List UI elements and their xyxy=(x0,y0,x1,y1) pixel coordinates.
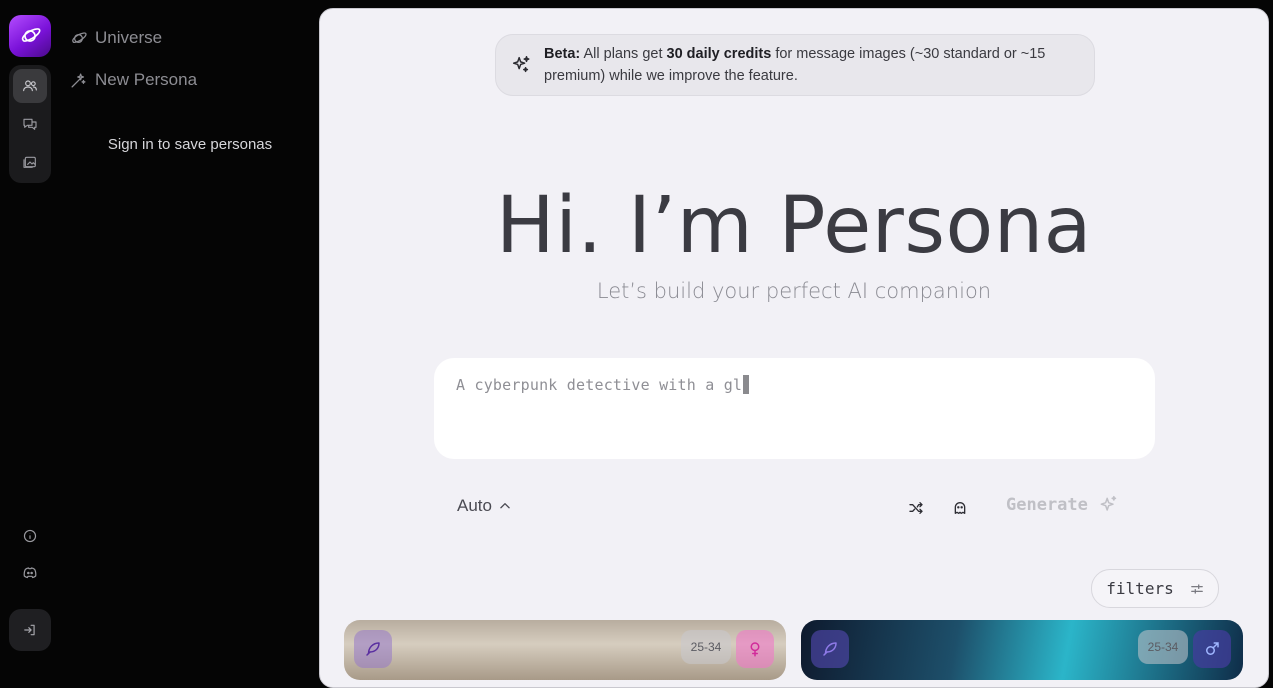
rail-personas-button[interactable] xyxy=(13,69,47,103)
sparkle-icon xyxy=(1100,495,1117,511)
generate-button[interactable]: Generate xyxy=(1006,495,1118,515)
sign-in-button[interactable] xyxy=(9,609,51,651)
ghost-button[interactable] xyxy=(949,497,971,519)
persona-card[interactable]: 25-34 xyxy=(801,620,1243,680)
filters-button[interactable]: filters xyxy=(1091,569,1219,608)
discord-button[interactable] xyxy=(19,562,41,584)
hero-subtitle: Let’s build your perfect AI companion xyxy=(596,279,992,303)
discord-icon xyxy=(23,567,37,579)
rail-chats-button[interactable] xyxy=(13,107,47,141)
credits-highlight: 30 daily credits xyxy=(666,46,772,62)
beta-banner: Beta: All plans get 30 daily credits for… xyxy=(495,34,1095,96)
users-icon xyxy=(23,80,37,92)
persona-card[interactable]: 25-34 xyxy=(344,620,786,680)
female-symbol-icon xyxy=(750,642,760,657)
gender-badge xyxy=(736,630,774,668)
age-badge: 25-34 xyxy=(1138,630,1188,664)
mode-dropdown[interactable]: Auto xyxy=(457,496,512,516)
sidebar-item-new-persona[interactable]: New Persona xyxy=(70,70,197,90)
magic-wand-icon xyxy=(71,72,86,88)
rail-nav-group xyxy=(9,65,51,183)
shuffle-button[interactable] xyxy=(905,497,927,519)
banner-text-part1: All plans get xyxy=(580,46,667,62)
persona-prompt-input[interactable]: A cyberpunk detective with a gl xyxy=(434,358,1155,459)
generate-label: Generate xyxy=(1006,495,1088,515)
hero-title: Hi. I’m Persona xyxy=(496,181,1092,271)
prompt-text: A cyberpunk detective with a gl xyxy=(456,376,743,394)
rail-gallery-button[interactable] xyxy=(13,145,47,179)
banner-text: Beta: All plans get 30 daily credits for… xyxy=(544,43,1064,87)
feather-icon xyxy=(366,642,380,656)
login-icon xyxy=(24,624,35,636)
main-panel: Beta: All plans get 30 daily credits for… xyxy=(319,8,1269,688)
info-icon xyxy=(23,529,37,543)
beta-label: Beta: xyxy=(544,46,581,62)
text-caret xyxy=(743,375,750,394)
image-gallery-icon xyxy=(23,156,36,168)
filters-label: filters xyxy=(1106,579,1174,598)
signin-prompt: Sign in to save personas xyxy=(107,136,273,153)
planet-icon xyxy=(72,31,87,43)
mode-label: Auto xyxy=(457,496,492,515)
prompt-value: A cyberpunk detective with a gl xyxy=(456,375,750,394)
ghost-icon xyxy=(954,502,966,514)
feather-icon xyxy=(823,642,837,656)
male-symbol-icon xyxy=(1206,642,1219,655)
persona-type-badge xyxy=(811,630,849,668)
gender-badge xyxy=(1193,630,1231,668)
sidebar-item-universe[interactable]: Universe xyxy=(70,28,162,48)
sliders-icon xyxy=(1190,583,1203,594)
sidebar-item-label: New Persona xyxy=(95,70,198,89)
age-badge: 25-34 xyxy=(681,630,731,664)
chat-bubbles-icon xyxy=(23,118,37,130)
persona-type-badge xyxy=(354,630,392,668)
planet-icon xyxy=(21,28,41,42)
icon-rail xyxy=(0,0,60,667)
chevron-up-icon xyxy=(500,503,510,509)
shuffle-icon xyxy=(909,502,923,514)
info-button[interactable] xyxy=(19,525,41,547)
sparkles-icon xyxy=(512,56,530,73)
app-logo[interactable] xyxy=(9,15,51,57)
sidebar-item-label: Universe xyxy=(95,28,163,47)
